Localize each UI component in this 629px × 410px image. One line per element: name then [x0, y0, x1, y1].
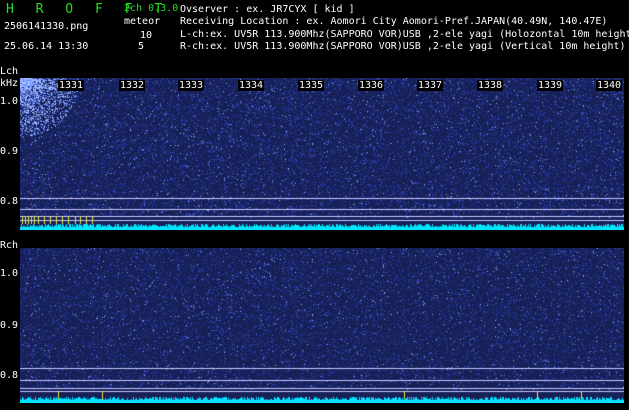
time-tick: 1338 [477, 80, 504, 91]
lch-label: Lch [0, 66, 19, 77]
filename-label: 2506141330.png [4, 21, 89, 32]
time-tick: 1336 [358, 80, 385, 91]
lch-info: L-ch:ex. UV5R 113.900Mhz(SAPPORO VOR)USB… [180, 29, 629, 40]
meteor-count-rch: 5 [138, 41, 145, 52]
time-tick: 1335 [298, 80, 325, 91]
time-tick: 1337 [417, 80, 444, 91]
observer-info: Ovserver : ex. JR7CYX [ kid ] [180, 4, 355, 15]
time-tick: 1331 [58, 80, 85, 91]
khz-label: kHz [0, 78, 19, 89]
lch-spectrogram [20, 78, 624, 230]
lch-ytick: 0.8 [0, 196, 19, 207]
lch-ytick: 0.9 [0, 146, 19, 157]
time-tick: 1333 [178, 80, 205, 91]
lch-ytick: 1.0 [0, 96, 19, 107]
meteor-label: meteor [124, 16, 161, 27]
rch-ytick: 0.8 [0, 370, 19, 381]
rch-info: R-ch:ex. UV5R 113.900Mhz(SAPPORO VOR)USB… [180, 41, 626, 52]
time-tick: 1340 [596, 80, 623, 91]
rch-ytick: 1.0 [0, 268, 19, 279]
rch-ytick: 0.9 [0, 320, 19, 331]
time-tick: 1332 [119, 80, 146, 91]
rch-label: Rch [0, 240, 19, 251]
time-tick: 1339 [537, 80, 564, 91]
rch-spectrogram [20, 248, 624, 403]
location-info: Receiving Location : ex. Aomori City Aom… [180, 16, 608, 27]
datetime-label: 25.06.14 13:30 [4, 41, 89, 52]
time-tick: 1334 [238, 80, 265, 91]
meteor-count-lch: 10 [140, 30, 153, 41]
mode-label: 2ch 0.3.0 [124, 3, 179, 14]
